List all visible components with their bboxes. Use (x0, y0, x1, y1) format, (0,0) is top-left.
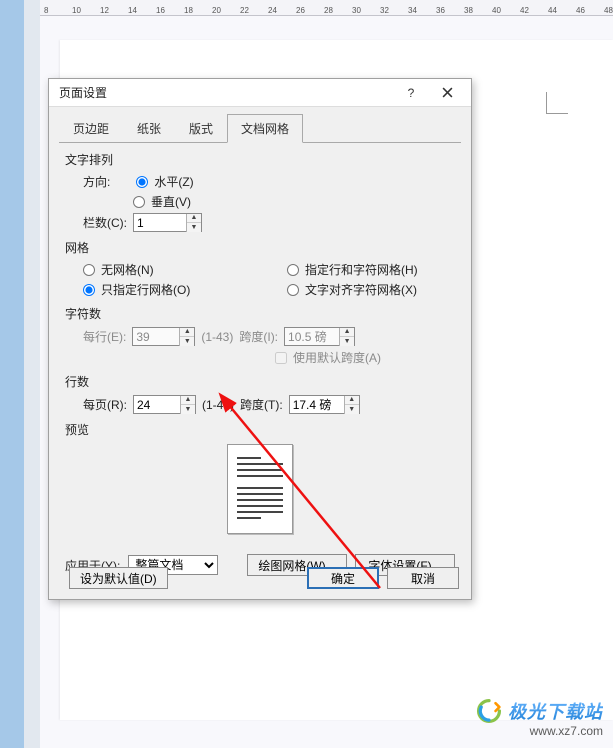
ruler-tick: 22 (240, 6, 249, 15)
ruler-tick: 26 (296, 6, 305, 15)
direction-horizontal-label: 水平(Z) (154, 173, 193, 190)
group-preview: 预览 (65, 417, 455, 440)
line-span-label: 跨度(T): (240, 396, 283, 413)
group-text-orientation: 文字排列 (65, 147, 455, 170)
ruler-tick: 44 (548, 6, 557, 15)
columns-spinner[interactable]: ▲▼ (133, 213, 202, 232)
per-page-down[interactable]: ▼ (181, 405, 195, 414)
line-span-up[interactable]: ▲ (345, 396, 359, 405)
group-char-count: 字符数 (65, 301, 455, 324)
horizontal-ruler: 8 10 12 14 16 18 20 22 24 26 28 30 32 34 36 38 40 42 44 46 4… (40, 0, 613, 16)
columns-label: 栏数(C): (83, 214, 127, 231)
preview-page (227, 444, 293, 534)
watermark-logo-icon (476, 698, 502, 724)
dialog-titlebar: 页面设置 ? (49, 79, 471, 107)
char-span-label: 跨度(I): (239, 328, 278, 345)
page-setup-dialog: 页面设置 ? 页边距 纸张 版式 文档网格 文字排列 方向: 水平(Z) 垂直(… (48, 78, 472, 600)
close-icon (442, 87, 453, 98)
default-span-check (275, 352, 287, 364)
ruler-tick: 8 (44, 6, 48, 15)
ruler-tick: 46 (576, 6, 585, 15)
ruler-tick: 38 (464, 6, 473, 15)
line-span-spinner[interactable]: ▲▼ (289, 395, 360, 414)
set-default-button[interactable]: 设为默认值(D) (69, 567, 168, 589)
grid-snap-char-label: 文字对齐字符网格(X) (305, 281, 417, 298)
grid-snap-char-radio[interactable] (287, 284, 299, 296)
direction-vertical-label: 垂直(V) (151, 193, 191, 210)
ruler-tick: 36 (436, 6, 445, 15)
ruler-tick: 12 (100, 6, 109, 15)
per-page-up[interactable]: ▲ (181, 396, 195, 405)
per-line-range: (1-43) (201, 330, 233, 344)
ruler-tick: 28 (324, 6, 333, 15)
ruler-tick: 16 (156, 6, 165, 15)
per-line-label: 每行(E): (83, 328, 126, 345)
ruler-tick: 20 (212, 6, 221, 15)
per-page-spinner[interactable]: ▲▼ (133, 395, 196, 414)
ruler-tick: 40 (492, 6, 501, 15)
direction-label: 方向: (83, 173, 110, 190)
columns-input[interactable] (134, 214, 186, 231)
watermark-brand: 极光下载站 (508, 698, 603, 724)
per-line-input (133, 328, 179, 345)
help-button[interactable]: ? (393, 82, 429, 104)
columns-up[interactable]: ▲ (187, 214, 201, 223)
line-span-down[interactable]: ▼ (345, 405, 359, 414)
cancel-button[interactable]: 取消 (387, 567, 459, 589)
columns-down[interactable]: ▼ (187, 223, 201, 232)
preview-box (65, 440, 455, 538)
dialog-title: 页面设置 (59, 84, 393, 101)
margin-corner-mark (546, 92, 568, 114)
ruler-tick: 42 (520, 6, 529, 15)
ruler-tick: 32 (380, 6, 389, 15)
ok-button[interactable]: 确定 (307, 567, 379, 589)
ruler-tick: 48 (604, 6, 613, 15)
ruler-tick: 10 (72, 6, 81, 15)
close-button[interactable] (429, 82, 465, 104)
ruler-tick: 34 (408, 6, 417, 15)
grid-none-radio[interactable] (83, 264, 95, 276)
grid-row-char-radio[interactable] (287, 264, 299, 276)
tab-strip: 页边距 纸张 版式 文档网格 (49, 107, 471, 142)
tab-margins[interactable]: 页边距 (59, 114, 123, 143)
ruler-tick: 14 (128, 6, 137, 15)
per-page-range: (1-48) (202, 398, 234, 412)
tab-layout[interactable]: 版式 (175, 114, 227, 143)
char-span-input (285, 328, 339, 345)
per-page-label: 每页(R): (83, 396, 127, 413)
grid-row-only-radio[interactable] (83, 284, 95, 296)
per-page-input[interactable] (134, 396, 180, 413)
default-span-label: 使用默认跨度(A) (293, 349, 381, 366)
char-span-spinner: ▲▼ (284, 327, 355, 346)
ruler-tick: 18 (184, 6, 193, 15)
per-line-spinner: ▲▼ (132, 327, 195, 346)
dialog-body: 文字排列 方向: 水平(Z) 垂直(V) 栏数(C): ▲▼ 网格 无网格(N)… (49, 143, 471, 586)
tab-paper[interactable]: 纸张 (123, 114, 175, 143)
grid-row-char-label: 指定行和字符网格(H) (305, 261, 418, 278)
watermark: 极光下载站 www.xz7.com (476, 698, 603, 738)
grid-none-label: 无网格(N) (101, 261, 154, 278)
tab-document-grid[interactable]: 文档网格 (227, 114, 303, 143)
direction-horizontal-radio[interactable] (136, 176, 148, 188)
watermark-url: www.xz7.com (476, 724, 603, 738)
group-grid: 网格 (65, 235, 455, 258)
direction-vertical-radio[interactable] (133, 196, 145, 208)
grid-row-only-label: 只指定行网格(O) (101, 281, 190, 298)
ruler-tick: 24 (268, 6, 277, 15)
dialog-footer: 设为默认值(D) 确定 取消 (61, 567, 459, 589)
line-span-input[interactable] (290, 396, 344, 413)
ruler-tick: 30 (352, 6, 361, 15)
group-line-count: 行数 (65, 369, 455, 392)
